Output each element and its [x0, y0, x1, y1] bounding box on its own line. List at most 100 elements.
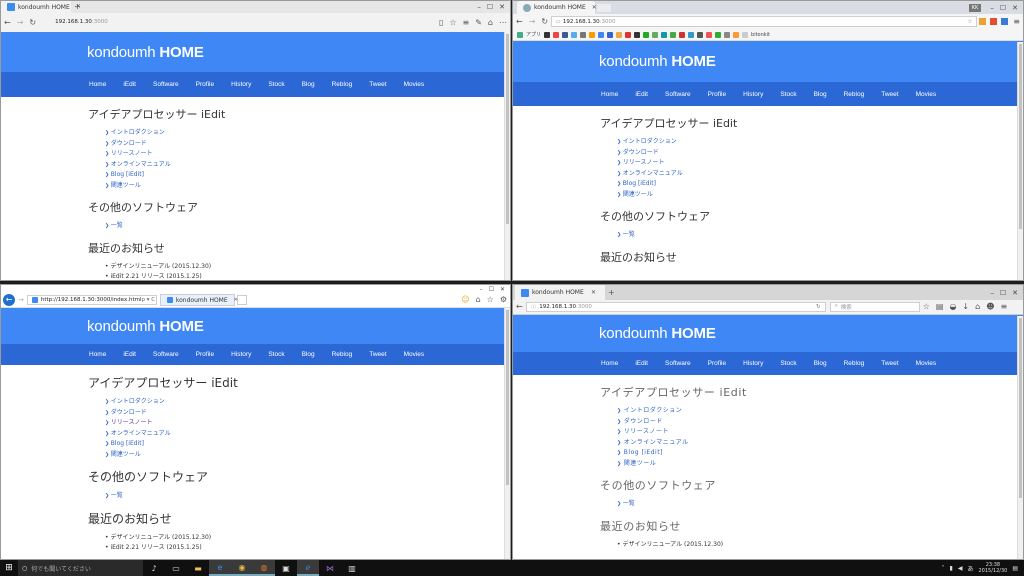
link-manual[interactable]: オンラインマニュアル	[617, 169, 1023, 180]
site-title[interactable]: kondoumh HOME	[87, 44, 204, 61]
link-release-notes[interactable]: リリースノート	[617, 158, 1023, 169]
close-icon[interactable]: ✕	[500, 286, 505, 293]
home-icon[interactable]: ⌂	[473, 296, 484, 304]
refresh-icon[interactable]: ↻	[26, 18, 39, 27]
smiley-icon[interactable]: ☺	[458, 296, 472, 304]
nav-home[interactable]: Home	[601, 360, 618, 367]
clock[interactable]: 23:38 2015/12/30	[979, 562, 1008, 574]
extension-icon[interactable]	[1001, 18, 1009, 25]
microphone-icon[interactable]: ♪	[143, 560, 165, 576]
extension-icon[interactable]	[990, 18, 998, 25]
nav-iedit[interactable]: iEdit	[123, 351, 136, 358]
scrollbar[interactable]	[1017, 42, 1023, 280]
scrollbar[interactable]	[1017, 316, 1023, 559]
forward-icon[interactable]: →	[14, 18, 27, 27]
close-icon[interactable]: ✕	[1012, 4, 1018, 12]
nav-reblog[interactable]: Reblog	[844, 360, 865, 367]
visual-studio-icon[interactable]: ⋈	[319, 560, 341, 576]
ime-icon[interactable]: あ	[967, 564, 973, 573]
link-download[interactable]: ダウンロード	[617, 417, 1023, 428]
search-refresh-controls[interactable]: ρ ▾ C	[142, 297, 156, 303]
bookmark-apps[interactable]: アプリ	[526, 31, 541, 38]
edge-tab[interactable]: kondoumh HOME ✕	[1, 1, 81, 13]
link-download[interactable]: ダウンロード	[617, 148, 1023, 159]
reading-view-icon[interactable]: ▯	[436, 18, 446, 27]
link-list[interactable]: 一覧	[105, 221, 510, 232]
forward-icon[interactable]: →	[15, 296, 27, 304]
scrollbar[interactable]	[504, 308, 510, 559]
new-tab-icon[interactable]: +	[605, 288, 618, 297]
store-icon[interactable]: ▥	[341, 560, 363, 576]
nav-tweet[interactable]: Tweet	[881, 91, 898, 98]
link-introduction[interactable]: イントロダクション	[105, 128, 510, 139]
link-introduction[interactable]: イントロダクション	[617, 406, 1023, 417]
back-icon[interactable]: ←	[513, 17, 526, 26]
nav-history[interactable]: History	[743, 91, 763, 98]
rss-extension-icon[interactable]	[979, 18, 987, 25]
firefox-taskbar-icon[interactable]: ◍	[253, 560, 275, 576]
ie-tab[interactable]: kondoumh HOME ✕	[159, 294, 238, 306]
nav-software[interactable]: Software	[665, 91, 691, 98]
tray-up-arrow-icon[interactable]: ˄	[942, 565, 945, 572]
favorites-star-icon[interactable]: ☆	[484, 296, 497, 304]
firefox-search-box[interactable]: ⌕ 検索	[829, 302, 920, 312]
site-title[interactable]: kondoumh HOME	[599, 325, 716, 342]
back-icon[interactable]: ←	[1, 18, 14, 27]
link-related-tools[interactable]: 関連ツール	[617, 459, 1023, 470]
nav-stock[interactable]: Stock	[268, 81, 284, 88]
site-title[interactable]: kondoumh HOME	[87, 318, 204, 335]
close-icon[interactable]: ✕	[1012, 289, 1018, 297]
web-note-icon[interactable]: ✎	[472, 18, 485, 27]
nav-profile[interactable]: Profile	[708, 91, 726, 98]
link-related-tools[interactable]: 関連ツール	[105, 450, 510, 461]
forward-icon[interactable]: →	[526, 17, 539, 26]
nav-reblog[interactable]: Reblog	[332, 351, 353, 358]
nav-software[interactable]: Software	[665, 360, 691, 367]
close-icon[interactable]: ✕	[499, 3, 505, 11]
chrome-tab[interactable]: kondoumh HOME ✕	[517, 1, 597, 14]
link-list[interactable]: 一覧	[617, 499, 1023, 510]
link-list[interactable]: 一覧	[617, 230, 1023, 241]
link-download[interactable]: ダウンロード	[105, 408, 510, 419]
nav-blog[interactable]: Blog	[302, 81, 315, 88]
nav-software[interactable]: Software	[153, 81, 179, 88]
cortana-search-box[interactable]: ○ 何でも聞いてください	[18, 560, 143, 576]
reload-icon[interactable]: ↻	[816, 304, 821, 310]
ie-taskbar-icon[interactable]: ℯ	[297, 560, 319, 576]
nav-reblog[interactable]: Reblog	[332, 81, 353, 88]
minimize-icon[interactable]: –	[477, 3, 481, 11]
link-manual[interactable]: オンラインマニュアル	[105, 429, 510, 440]
edge-taskbar-icon[interactable]: e	[209, 560, 231, 576]
nav-iedit[interactable]: iEdit	[123, 81, 136, 88]
link-manual[interactable]: オンラインマニュアル	[617, 438, 1023, 449]
nav-iedit[interactable]: iEdit	[635, 91, 648, 98]
nav-home[interactable]: Home	[601, 91, 618, 98]
bookmark-star-icon[interactable]: ☆	[967, 19, 972, 25]
edge-address-bar[interactable]: 192.168.1.30:3000	[51, 16, 436, 29]
link-blog-iedit[interactable]: Blog [iEdit]	[105, 439, 510, 450]
hub-icon[interactable]: ≡	[460, 18, 473, 27]
nav-tweet[interactable]: Tweet	[369, 351, 386, 358]
start-button[interactable]: ⊞	[0, 560, 18, 576]
maximize-icon[interactable]: ☐	[1000, 4, 1006, 12]
ie-address-bar[interactable]: http://192.168.1.30:3000/index.html ρ ▾ …	[26, 295, 157, 305]
bookmark-star-icon[interactable]: ☆	[920, 303, 933, 311]
link-introduction[interactable]: イントロダクション	[617, 137, 1023, 148]
nav-history[interactable]: History	[743, 360, 763, 367]
menu-icon[interactable]: ≡	[1010, 17, 1023, 26]
nav-tweet[interactable]: Tweet	[881, 360, 898, 367]
back-icon[interactable]: ←	[3, 294, 15, 306]
menu-icon[interactable]: ≡	[998, 303, 1011, 311]
volume-icon[interactable]: ◀	[958, 565, 963, 572]
link-release-notes[interactable]: リリースノート	[105, 149, 510, 160]
nav-tweet[interactable]: Tweet	[369, 81, 386, 88]
new-tab-button[interactable]	[236, 295, 247, 305]
new-tab-button[interactable]	[597, 3, 611, 12]
scrollbar[interactable]	[504, 32, 510, 280]
nav-profile[interactable]: Profile	[196, 351, 214, 358]
download-icon[interactable]: ↓	[959, 303, 972, 311]
link-release-notes[interactable]: リリースノート	[617, 427, 1023, 438]
firefox-url-bar[interactable]: ⓘ 192.168.1.30:3000 ↻	[525, 302, 826, 312]
nav-blog[interactable]: Blog	[814, 91, 827, 98]
nav-history[interactable]: History	[231, 81, 251, 88]
